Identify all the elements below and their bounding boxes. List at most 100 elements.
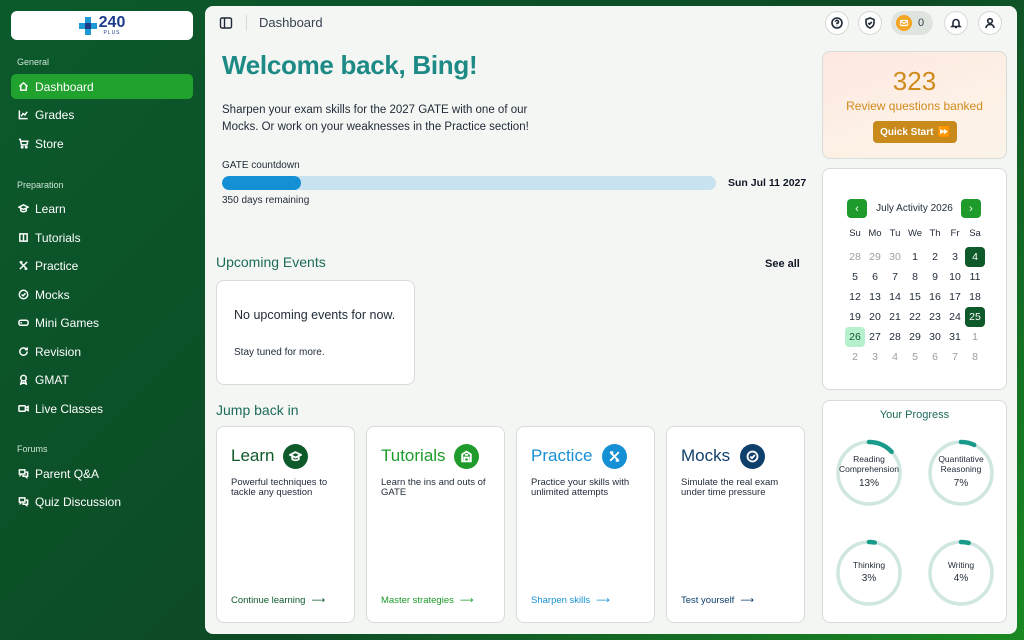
- help-button[interactable]: [825, 11, 849, 35]
- sidebar-item-label: GMAT: [35, 372, 69, 387]
- sidebar-item-label: Practice: [35, 258, 79, 273]
- calendar-day[interactable]: 9: [925, 267, 945, 287]
- user-icon: [985, 17, 995, 29]
- countdown-progress-fill: [222, 176, 302, 190]
- notifications-button[interactable]: [944, 11, 968, 35]
- calendar-day[interactable]: 23: [925, 307, 945, 327]
- countdown-label: GATE countdown: [222, 160, 300, 171]
- progress-ring-percent: 4%: [953, 573, 969, 584]
- coin-icon: [896, 15, 912, 31]
- chat-icon: [18, 469, 29, 479]
- calendar-next-button[interactable]: ›: [961, 199, 981, 218]
- calendar-day[interactable]: 6: [865, 267, 885, 287]
- calendar-day[interactable]: 1: [905, 247, 925, 267]
- calendar-day[interactable]: 28: [845, 247, 865, 267]
- sidebar-item-quiz-discussion[interactable]: Quiz Discussion: [11, 489, 193, 514]
- calendar-day[interactable]: 29: [905, 327, 925, 347]
- profile-button[interactable]: [978, 11, 1002, 35]
- sidebar-item-revision[interactable]: Revision: [11, 339, 193, 364]
- calendar-day[interactable]: 5: [905, 347, 925, 367]
- jump-card-learn[interactable]: Learn Powerful techniques to tackle any …: [216, 426, 355, 623]
- calendar-day[interactable]: 10: [945, 267, 965, 287]
- jump-card-mocks[interactable]: Mocks Simulate the real exam under time …: [666, 426, 805, 623]
- sidebar-item-tutorials[interactable]: Tutorials: [11, 225, 193, 250]
- tools-icon: [19, 261, 28, 270]
- calendar-weekday: Sa: [969, 227, 981, 239]
- continue-learning-link[interactable]: Continue learning ⟶: [231, 595, 325, 606]
- calendar-day[interactable]: 2: [845, 347, 865, 367]
- review-count: 323: [892, 66, 937, 96]
- sidebar-item-practice[interactable]: Practice: [11, 253, 193, 278]
- calendar-day[interactable]: 26: [845, 327, 865, 347]
- calendar-day[interactable]: 25: [965, 307, 985, 327]
- calendar-day[interactable]: 8: [965, 347, 985, 367]
- check-circle-icon: [18, 289, 29, 300]
- sidebar-item-live-classes[interactable]: Live Classes: [11, 396, 193, 421]
- calendar-day[interactable]: 14: [885, 287, 905, 307]
- sidebar-item-gmat[interactable]: GMAT: [11, 367, 193, 392]
- calendar-day[interactable]: 7: [945, 347, 965, 367]
- quick-start-button[interactable]: Quick Start ⏩: [873, 121, 957, 143]
- shield-icon: [865, 17, 875, 29]
- calendar-day[interactable]: 24: [945, 307, 965, 327]
- calendar-day[interactable]: 3: [945, 247, 965, 267]
- calendar-day[interactable]: 1: [965, 327, 985, 347]
- calendar-day[interactable]: 12: [845, 287, 865, 307]
- calendar-day[interactable]: 21: [885, 307, 905, 327]
- video-icon: [18, 405, 29, 412]
- calendar-day[interactable]: 6: [925, 347, 945, 367]
- coins-button[interactable]: 0: [891, 11, 933, 35]
- sidebar-item-parent-qa[interactable]: Parent Q&A: [11, 461, 193, 486]
- calendar-day[interactable]: 4: [965, 247, 985, 267]
- calendar-day[interactable]: 8: [905, 267, 925, 287]
- calendar-day[interactable]: 31: [945, 327, 965, 347]
- progress-ring: Thinking 3%: [835, 539, 903, 607]
- calendar-day[interactable]: 30: [925, 327, 945, 347]
- main-panel: Dashboard 0 Welcome back, Bing! Sharpen …: [205, 6, 1017, 634]
- calendar-day[interactable]: 17: [945, 287, 965, 307]
- calendar-day[interactable]: 11: [965, 267, 985, 287]
- calendar-day[interactable]: 15: [905, 287, 925, 307]
- sidebar-item-learn[interactable]: Learn: [11, 196, 193, 221]
- calendar-day[interactable]: 30: [885, 247, 905, 267]
- sidebar-toggle-icon[interactable]: [219, 16, 233, 30]
- cart-icon: [18, 138, 29, 149]
- calendar-day[interactable]: 20: [865, 307, 885, 327]
- jump-card-practice[interactable]: Practice Practice your skills with unlim…: [516, 426, 655, 623]
- sharpen-skills-link[interactable]: Sharpen skills ⟶: [531, 595, 610, 606]
- calendar-day[interactable]: 3: [865, 347, 885, 367]
- calendar-day[interactable]: 4: [885, 347, 905, 367]
- calendar-day[interactable]: 28: [885, 327, 905, 347]
- jump-card-desc: Learn the ins and outs of GATE: [381, 477, 486, 498]
- calendar-day[interactable]: 19: [845, 307, 865, 327]
- coin-count: 0: [918, 17, 925, 29]
- calendar-day[interactable]: 29: [865, 247, 885, 267]
- sidebar-item-mocks[interactable]: Mocks: [11, 282, 193, 307]
- shield-button[interactable]: [858, 11, 882, 35]
- book-icon: [19, 233, 28, 242]
- calendar-day[interactable]: 13: [865, 287, 885, 307]
- brand-logo[interactable]: 240 PLUS: [11, 11, 193, 40]
- calendar-day[interactable]: 5: [845, 267, 865, 287]
- fast-forward-icon: ⏩: [937, 126, 950, 138]
- see-all-link[interactable]: See all: [765, 258, 800, 270]
- calendar-day[interactable]: 27: [865, 327, 885, 347]
- calendar-day[interactable]: 22: [905, 307, 925, 327]
- master-strategies-link[interactable]: Master strategies ⟶: [381, 595, 474, 606]
- nav-section-forums: Forums: [17, 444, 48, 454]
- sidebar-item-mini-games[interactable]: Mini Games: [11, 310, 193, 335]
- calendar-day[interactable]: 7: [885, 267, 905, 287]
- calendar-weekday: Mo: [868, 227, 882, 239]
- sidebar-item-store[interactable]: Store: [11, 131, 193, 156]
- jump-card-tutorials[interactable]: Tutorials Learn the ins and outs of GATE…: [366, 426, 505, 623]
- calendar-day[interactable]: 18: [965, 287, 985, 307]
- arrow-right-icon: ⟶: [596, 595, 610, 606]
- activity-calendar: ‹ July Activity 2026 › Su Mo Tu We Th Fr Sa 28 2…: [822, 168, 1007, 390]
- calendar-weekday: Fr: [950, 227, 960, 239]
- sidebar-item-label: Tutorials: [35, 230, 81, 245]
- calendar-day[interactable]: 16: [925, 287, 945, 307]
- test-yourself-link[interactable]: Test yourself ⟶: [681, 595, 754, 606]
- sidebar-item-dashboard[interactable]: Dashboard: [11, 74, 193, 99]
- sidebar-item-grades[interactable]: Grades: [11, 102, 193, 127]
- calendar-day[interactable]: 2: [925, 247, 945, 267]
